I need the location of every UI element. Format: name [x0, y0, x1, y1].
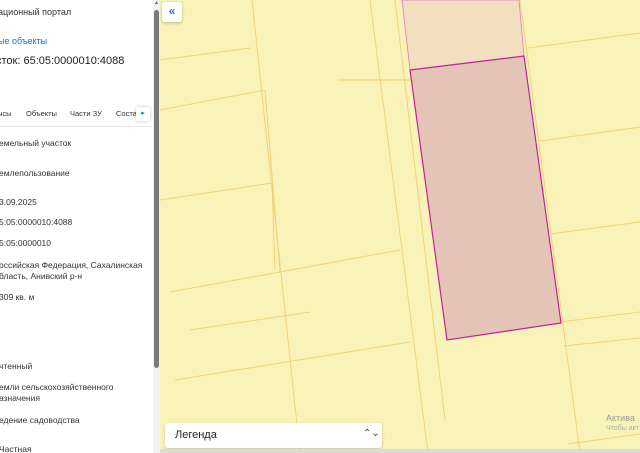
field-land-category: емли сельскохозяйственного азначения — [0, 382, 114, 404]
field-land-category-line1: емли сельскохозяйственного — [0, 382, 114, 392]
field-address-line1: оссийская Федерация, Сахалинская — [0, 260, 143, 270]
collapse-panel-icon[interactable]: « — [162, 2, 182, 22]
windows-activation-text: Актива — [606, 413, 635, 423]
tab-parcel-parts[interactable]: Части ЗУ — [70, 109, 102, 118]
legend-dropdown[interactable]: Легенда ⌃⌄ — [165, 423, 382, 448]
field-land-category-line2: азначения — [0, 393, 40, 403]
field-ownership: Частная — [0, 444, 32, 453]
tab-statuses[interactable]: ысы — [0, 109, 12, 118]
field-cadastral-quarter: 5:05:0000010 — [0, 238, 51, 248]
selected-parcel[interactable] — [409, 55, 562, 341]
legend-label: Легенда — [175, 429, 217, 441]
panel-scrollbar-thumb[interactable] — [154, 10, 159, 368]
field-object-type: емельный участок — [0, 138, 72, 148]
parcel-title: сток: 65:05:0000010:4088 — [0, 55, 125, 67]
tab-objects[interactable]: Объекты — [26, 109, 57, 118]
parcel-boundaries — [160, 0, 640, 453]
field-cadastral-number: 5:05:0000010:4088 — [0, 217, 73, 227]
tabs-bar: ысы Объекты Части ЗУ Соста ▸ — [0, 106, 158, 122]
field-area: 309 кв. м — [0, 292, 35, 302]
cadastral-map[interactable] — [160, 0, 640, 453]
field-permitted-use: едение садоводства — [0, 415, 80, 425]
scroll-up-arrow-icon[interactable]: ▲ — [154, 1, 159, 6]
field-date: 3.09.2025 — [0, 197, 37, 207]
taskbar-edge — [160, 449, 640, 453]
field-status: чтенный — [0, 361, 33, 371]
info-panel: ационный портал ые объекты сток: 65:05:0… — [0, 0, 160, 453]
chevron-up-down-icon: ⌃⌄ — [363, 428, 380, 439]
tabs-next-arrow-icon[interactable]: ▸ — [136, 107, 150, 121]
back-to-objects-link[interactable]: ые объекты — [0, 36, 47, 46]
windows-activation-subtext: Чтобы акт — [606, 425, 639, 432]
field-object-kind: емлепользование — [0, 168, 70, 178]
map-parcels-layer — [160, 0, 640, 453]
tabs-divider — [0, 126, 152, 127]
field-address-line2: бласть, Анивский р-н — [0, 271, 83, 281]
portal-title: ационный портал — [0, 7, 72, 17]
tab-composition[interactable]: Соста — [116, 109, 137, 118]
field-address: оссийская Федерация, Сахалинская бласть,… — [0, 260, 142, 282]
